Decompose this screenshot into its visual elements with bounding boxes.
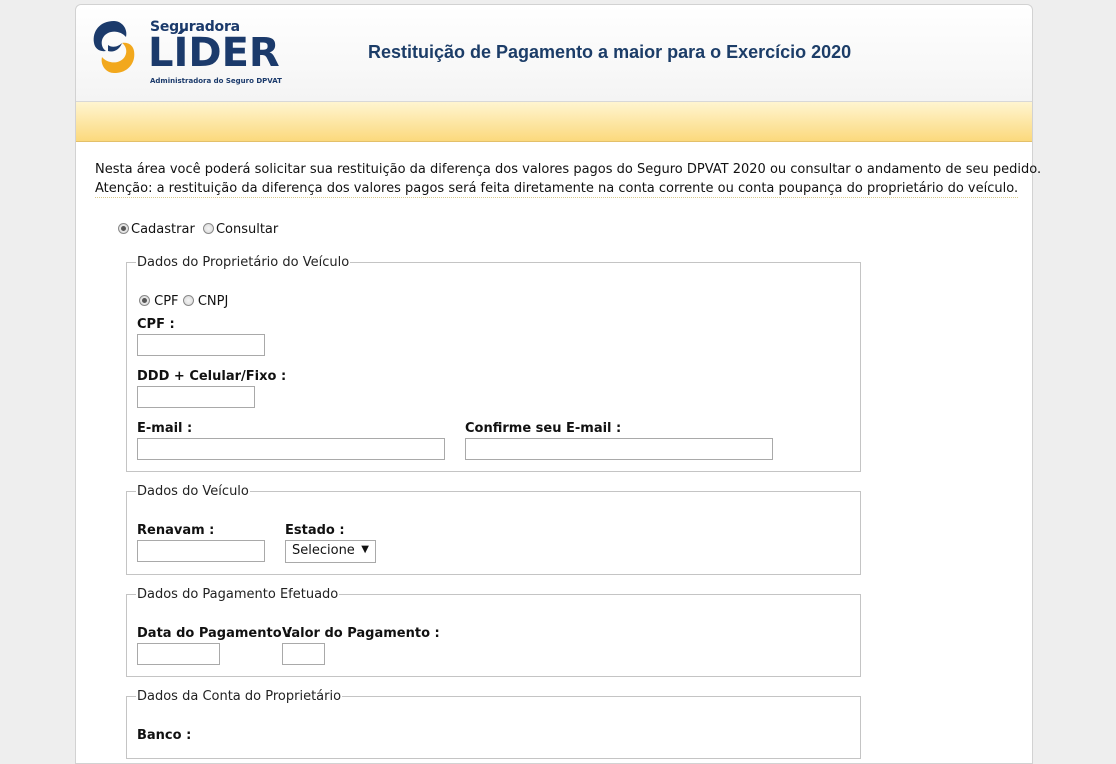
radio-cadastrar-label[interactable]: Cadastrar <box>131 222 195 237</box>
intro-line-1: Nesta área você poderá solicitar sua res… <box>95 162 1042 177</box>
radio-cadastrar[interactable] <box>118 223 129 234</box>
email-confirm-input[interactable] <box>465 438 773 460</box>
phone-label: DDD + Celular/Fixo : <box>137 369 287 384</box>
cpf-label: CPF : <box>137 317 175 332</box>
renavam-label: Renavam : <box>137 523 215 538</box>
payment-date-label: Data do Pagamento : <box>137 626 292 641</box>
account-legend: Dados da Conta do Proprietário <box>137 689 342 704</box>
seguradora-lider-logo[interactable]: Seguradora LÍDER Administradora do Segur… <box>88 15 288 90</box>
header-band <box>76 102 1032 142</box>
account-fieldset: Dados da Conta do Proprietário <box>126 689 861 759</box>
estado-label: Estado : <box>285 523 345 538</box>
radio-consultar-label[interactable]: Consultar <box>216 222 278 237</box>
vehicle-legend: Dados do Veículo <box>137 484 249 499</box>
radio-cnpj-label[interactable]: CNPJ <box>198 294 228 309</box>
renavam-input[interactable] <box>137 540 265 562</box>
mode-radio-group: Cadastrar Consultar <box>118 222 282 237</box>
radio-cpf-label[interactable]: CPF <box>154 294 178 309</box>
logo-swirl-icon <box>93 21 135 73</box>
estado-select[interactable]: Selecione ▼ <box>285 540 376 563</box>
owner-legend: Dados do Proprietário do Veículo <box>137 255 350 270</box>
doc-type-radio-group: CPF CNPJ <box>139 294 228 309</box>
cpf-input[interactable] <box>137 334 265 356</box>
payment-amount-label: Valor do Pagamento : <box>282 626 440 641</box>
email-input[interactable] <box>137 438 445 460</box>
radio-cnpj[interactable] <box>182 295 194 306</box>
payment-amount-input[interactable] <box>282 643 325 665</box>
payment-date-input[interactable] <box>137 643 220 665</box>
payment-legend: Dados do Pagamento Efetuado <box>137 587 339 602</box>
chevron-down-icon: ▼ <box>361 544 369 555</box>
intro-text: Nesta área você poderá solicitar sua res… <box>95 160 1095 198</box>
phone-input[interactable] <box>137 386 255 408</box>
email-confirm-label: Confirme seu E-mail : <box>465 421 622 436</box>
intro-line-2: Atenção: a restituição da diferença dos … <box>95 181 1019 198</box>
estado-select-value: Selecione <box>292 543 355 558</box>
radio-cpf[interactable] <box>139 295 150 306</box>
radio-consultar[interactable] <box>202 223 214 234</box>
logo-brand-sub: Administradora do Seguro DPVAT <box>150 77 282 85</box>
email-label: E-mail : <box>137 421 193 436</box>
page-title: Restituição de Pagamento a maior para o … <box>368 42 852 62</box>
header: Seguradora LÍDER Administradora do Segur… <box>76 5 1032 102</box>
logo-brand-main: LÍDER <box>148 30 280 76</box>
bank-label: Banco : <box>137 728 192 743</box>
